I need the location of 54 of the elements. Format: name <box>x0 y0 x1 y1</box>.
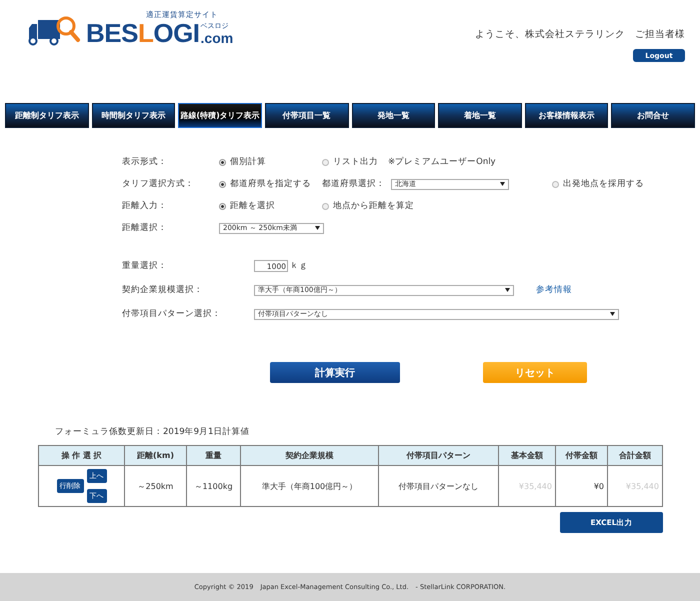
column-header: 契約企業規模 <box>240 446 378 466</box>
form-label: 契約企業規模選択： <box>122 284 204 296</box>
calculate-button[interactable]: 計算実行 <box>270 362 400 383</box>
table-cell: ¥0 <box>556 466 608 506</box>
radio-button[interactable] <box>322 158 329 166</box>
radio-label: 個別計算 <box>230 156 266 168</box>
radio-label: リスト出力 <box>333 156 378 168</box>
logo-suffix: .com <box>200 31 234 46</box>
radio-label: 出発地点を採用する <box>563 178 644 190</box>
field-label: ※プレミアムユーザーOnly <box>388 156 496 168</box>
welcome-text: ようこそ、株式会社ステラリンク ご担当者様 <box>475 28 685 41</box>
nav-tab[interactable]: 時間制タリフ表示 <box>92 103 176 128</box>
caret-icon <box>505 288 510 292</box>
radio-button[interactable] <box>219 202 226 210</box>
table-cell: ～250km <box>124 466 186 506</box>
radio-button[interactable] <box>552 180 559 188</box>
nav-tab[interactable]: 付帯項目一覧 <box>264 103 348 128</box>
radio-label: 距離を選択 <box>230 200 275 212</box>
radio-button[interactable] <box>219 158 226 166</box>
reference-link[interactable]: 参考情報 <box>536 284 572 296</box>
radio-label: 都道府県を指定する <box>230 178 311 190</box>
radio-label: 地点から距離を算定 <box>333 200 414 212</box>
form-label: タリフ選択方式： <box>122 178 195 190</box>
table-cell: 付帯項目パターンなし <box>378 466 498 506</box>
formula-note: フォーミュラ係数更新日：2019年9月1日計算値 <box>55 426 250 438</box>
radio-button[interactable] <box>219 180 226 188</box>
nav-tab[interactable]: 発地一覧 <box>352 103 436 128</box>
nav-tab[interactable]: 距離制タリフ表示 <box>5 103 89 128</box>
nav-tab[interactable]: 着地一覧 <box>438 103 522 128</box>
column-header: 付帯項目パターン <box>378 446 498 466</box>
caret-icon <box>315 226 320 230</box>
nav-tab[interactable]: 路線(特積)タリフ表示 <box>178 103 262 128</box>
column-header: 合計金額 <box>608 446 662 466</box>
form-label: 表示形式： <box>122 156 168 168</box>
form-label: 距離選択： <box>122 222 168 234</box>
column-header: 重量 <box>186 446 240 466</box>
table-cell: ～1100kg <box>186 466 240 506</box>
form-label: 重量選択： <box>122 260 168 272</box>
column-header: 付帯金額 <box>556 446 608 466</box>
caret-icon <box>610 312 615 316</box>
column-header: 距離(km) <box>124 446 186 466</box>
field-label: ｋｇ <box>290 260 308 272</box>
nav-tab[interactable]: お客様情報表示 <box>524 103 608 128</box>
column-header: 操 作 選 択 <box>38 446 124 466</box>
logo-wordmark: BESLOGI <box>86 20 200 46</box>
caret-icon <box>500 182 505 186</box>
form-label: 距離入力： <box>122 200 168 212</box>
form-label: 付帯項目パターン選択： <box>122 308 222 320</box>
truck-icon <box>28 14 82 46</box>
table-cell: 準大手（年商100億円～） <box>240 466 378 506</box>
nav-tab[interactable]: お問合せ <box>611 103 695 128</box>
radio-button[interactable] <box>322 202 329 210</box>
column-header: 基本金額 <box>498 446 556 466</box>
field-label: 都道府県選択： <box>322 178 385 190</box>
